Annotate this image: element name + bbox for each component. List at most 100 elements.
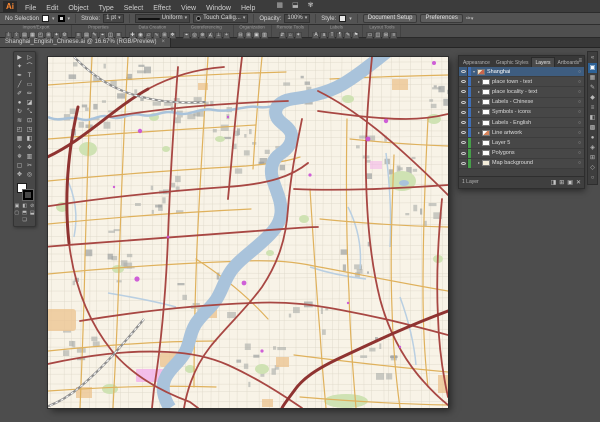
dock-stroke-icon[interactable]: ≡ <box>588 103 597 113</box>
georeferencing-tool-1-icon[interactable]: ⌖ <box>183 32 190 39</box>
dock-collapse-panels-icon[interactable]: « <box>588 53 597 63</box>
layer-row-symbols-icons[interactable]: ▸Symbols - icons○ <box>459 108 584 118</box>
labels-tool-3-icon[interactable]: T <box>328 32 335 39</box>
organization-tool-1-icon[interactable]: ⊟ <box>237 32 244 39</box>
target-circle-icon[interactable]: ○ <box>575 150 584 156</box>
dock-transparency-icon[interactable]: ▩ <box>588 123 597 133</box>
panel-tab-appearance[interactable]: Appearance <box>460 58 493 67</box>
tool-direct-selection[interactable]: ▷ <box>25 54 35 63</box>
layer-row-shanghai[interactable]: ▾Shanghai○ <box>459 67 584 77</box>
organization-tool-3-icon[interactable]: ▣ <box>253 32 260 39</box>
target-circle-icon[interactable]: ○ <box>575 160 584 166</box>
tool-line-segment[interactable]: ╱ <box>15 81 25 90</box>
labels-tool-6-icon[interactable]: ⚑ <box>352 32 359 39</box>
layout-tools-tool-1-icon[interactable]: ▭ <box>366 32 373 39</box>
panel-tab-graphic-styles[interactable]: Graphic Styles <box>493 58 532 67</box>
visibility-toggle[interactable] <box>459 98 468 107</box>
dock-layers-icon[interactable]: ▣ <box>588 63 597 73</box>
gradient-button[interactable]: ◧ <box>22 203 27 210</box>
layout-tools-tool-4-icon[interactable]: ≡ <box>390 32 397 39</box>
draw-behind-button[interactable]: ⬒ <box>22 210 27 217</box>
menu-edit[interactable]: Edit <box>41 5 63 12</box>
layer-row-labels-chinese[interactable]: ▸Labels - Chinese○ <box>459 98 584 108</box>
target-circle-icon[interactable]: ○ <box>575 79 584 85</box>
stroke-weight-field[interactable]: 1 pt▾ <box>103 14 124 23</box>
document-tab[interactable]: Shanghai_English_Chinese.ai @ 16.67% (RG… <box>0 38 171 47</box>
stroke-caret-icon[interactable]: ▾ <box>68 16 71 22</box>
visibility-toggle[interactable] <box>459 77 468 86</box>
draw-normal-button[interactable]: ▢ <box>14 210 19 217</box>
app-badge-icon[interactable]: ✾ <box>308 0 314 12</box>
tool-symbol-sprayer[interactable]: ✵ <box>15 153 25 162</box>
fill-color-swatch[interactable] <box>42 15 49 22</box>
workspace-tools-icon[interactable]: ✑▾ <box>466 15 474 22</box>
tool-width[interactable]: ≋ <box>15 117 25 126</box>
width-profile-dropdown[interactable]: Uniform▾ <box>135 14 191 23</box>
visibility-toggle[interactable] <box>459 108 468 117</box>
layer-row-polygons[interactable]: ▸Polygons○ <box>459 149 584 159</box>
tool-mesh[interactable]: ▦ <box>15 135 25 144</box>
dock-appearance-icon[interactable]: ● <box>588 133 597 143</box>
georeferencing-tool-4-icon[interactable]: ∡ <box>207 32 214 39</box>
labels-tool-4-icon[interactable]: ¶ <box>336 32 343 39</box>
opacity-field[interactable]: 100%▾ <box>284 14 310 23</box>
close-tab-icon[interactable]: × <box>162 38 166 47</box>
visibility-toggle[interactable] <box>459 128 468 137</box>
labels-tool-2-icon[interactable]: a <box>320 32 327 39</box>
tool-artboard[interactable]: ▢ <box>15 162 25 171</box>
tool-rotate[interactable]: ↻ <box>15 108 25 117</box>
tool-blob-brush[interactable]: ● <box>15 99 25 108</box>
target-circle-icon[interactable]: ○ <box>575 130 584 136</box>
visibility-toggle[interactable] <box>459 159 468 168</box>
workspace-switcher-icon[interactable]: ⬓ <box>292 0 299 12</box>
labels-tool-1-icon[interactable]: A <box>312 32 319 39</box>
tool-rectangle[interactable]: ▭ <box>25 81 35 90</box>
menu-help[interactable]: Help <box>236 5 260 12</box>
stroke-swatch[interactable] <box>23 190 33 200</box>
tool-lasso[interactable]: ⌒ <box>25 63 35 72</box>
organization-tool-2-icon[interactable]: ⊞ <box>245 32 252 39</box>
dock-graphic-styles-icon[interactable]: ◈ <box>588 143 597 153</box>
tool-blend[interactable]: ❖ <box>25 144 35 153</box>
remote-tools-tool-1-icon[interactable]: ⇵ <box>279 32 286 39</box>
tool-slice[interactable]: ✂ <box>25 162 35 171</box>
dock-swatches-icon[interactable]: ▦ <box>588 73 597 83</box>
dock-navigator-icon[interactable]: ○ <box>588 173 597 183</box>
visibility-toggle[interactable] <box>459 87 468 96</box>
menu-effect[interactable]: Effect <box>148 5 176 12</box>
visibility-toggle[interactable] <box>459 118 468 127</box>
menu-object[interactable]: Object <box>63 5 93 12</box>
tool-pen[interactable]: ✒ <box>15 72 25 81</box>
delete-layer-icon[interactable]: ✕ <box>576 179 581 186</box>
menu-file[interactable]: File <box>20 5 41 12</box>
tool-gradient[interactable]: ◧ <box>25 135 35 144</box>
pasteboard[interactable]: ▶▷✦⌒✒T╱▭✐✏●◪↻⤡≋⊡◰◳▦◧✧❖✵▥▢✂✥◎ ▣◧⊘ ▢⬒⬓ ❏ <box>0 48 600 422</box>
style-swatch[interactable] <box>339 15 346 22</box>
color-button[interactable]: ▣ <box>15 203 20 210</box>
preferences-button[interactable]: Preferences <box>420 14 462 23</box>
remote-tools-tool-3-icon[interactable]: ✶ <box>295 32 302 39</box>
tool-selection[interactable]: ▶ <box>15 54 25 63</box>
tool-eraser[interactable]: ◪ <box>25 99 35 108</box>
layout-tools-tool-3-icon[interactable]: ⊞ <box>382 32 389 39</box>
menu-type[interactable]: Type <box>94 5 119 12</box>
visibility-toggle[interactable] <box>459 149 468 158</box>
brush-dropdown[interactable]: Touch Callig...▾ <box>193 14 248 23</box>
make-clip-mask-icon[interactable]: ◨ <box>551 179 557 186</box>
layer-row-map-background[interactable]: ▸Map background○ <box>459 159 584 169</box>
tool-magic-wand[interactable]: ✦ <box>15 63 25 72</box>
target-circle-icon[interactable]: ○ <box>575 109 584 115</box>
dock-gradient-icon[interactable]: ◧ <box>588 113 597 123</box>
tool-pencil[interactable]: ✏ <box>25 90 35 99</box>
stroke-color-swatch[interactable] <box>58 15 65 22</box>
tool-eyedropper[interactable]: ✧ <box>15 144 25 153</box>
document-setup-button[interactable]: Document Setup <box>363 14 418 23</box>
layer-row-layer-5[interactable]: ▸Layer 5○ <box>459 138 584 148</box>
panel-menu-icon[interactable]: ≡ <box>578 58 582 64</box>
dock-symbols-icon[interactable]: ◆ <box>588 93 597 103</box>
target-circle-icon[interactable]: ○ <box>575 89 584 95</box>
draw-inside-button[interactable]: ⬓ <box>30 210 35 217</box>
georeferencing-tool-6-icon[interactable]: + <box>223 32 230 39</box>
georeferencing-tool-2-icon[interactable]: ◎ <box>191 32 198 39</box>
layer-row-place-locality-text[interactable]: ▸place locality - text○ <box>459 87 584 97</box>
